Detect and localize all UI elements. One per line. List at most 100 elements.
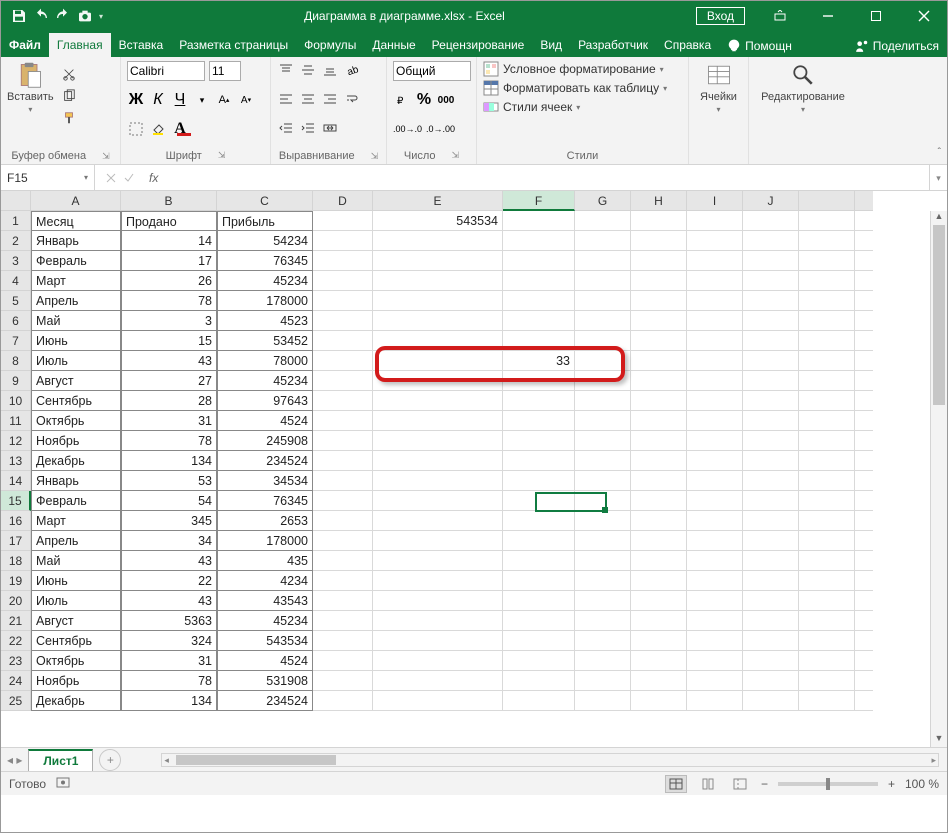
cell[interactable]: Февраль — [31, 491, 121, 511]
cell[interactable] — [855, 271, 873, 291]
row-header[interactable]: 21 — [1, 611, 31, 631]
row-header[interactable]: 1 — [1, 211, 31, 231]
cell[interactable]: 435 — [217, 551, 313, 571]
cell[interactable]: 43 — [121, 551, 217, 571]
cell[interactable] — [575, 531, 631, 551]
align-bottom-icon[interactable] — [321, 61, 339, 79]
cell[interactable]: 4524 — [217, 411, 313, 431]
row-header[interactable]: 8 — [1, 351, 31, 371]
cell[interactable] — [855, 591, 873, 611]
cell[interactable] — [631, 311, 687, 331]
cell[interactable] — [687, 331, 743, 351]
col-header[interactable]: E — [373, 191, 503, 211]
cell[interactable] — [743, 271, 799, 291]
cell[interactable] — [687, 571, 743, 591]
cell[interactable] — [631, 271, 687, 291]
camera-icon[interactable] — [77, 8, 93, 24]
row-header[interactable]: 2 — [1, 231, 31, 251]
row-header[interactable]: 7 — [1, 331, 31, 351]
cell[interactable] — [503, 631, 575, 651]
cell[interactable] — [503, 531, 575, 551]
cell[interactable] — [575, 251, 631, 271]
increase-decimal-icon[interactable]: .00→.0 — [393, 120, 422, 138]
row-header[interactable]: 12 — [1, 431, 31, 451]
cell[interactable] — [313, 491, 373, 511]
cell[interactable] — [743, 671, 799, 691]
cell[interactable]: 4524 — [217, 651, 313, 671]
cell[interactable] — [631, 211, 687, 231]
cell[interactable] — [373, 291, 503, 311]
cell[interactable]: 78 — [121, 291, 217, 311]
col-header[interactable]: C — [217, 191, 313, 211]
align-top-icon[interactable] — [277, 61, 295, 79]
cell[interactable] — [799, 431, 855, 451]
cell[interactable] — [575, 271, 631, 291]
cell[interactable]: 4523 — [217, 311, 313, 331]
cell[interactable] — [687, 391, 743, 411]
tab-home[interactable]: Главная — [49, 33, 111, 57]
cell[interactable] — [373, 611, 503, 631]
expand-formula-icon[interactable]: ▾ — [929, 165, 947, 190]
cell[interactable] — [743, 591, 799, 611]
merge-icon[interactable] — [321, 119, 339, 137]
cell[interactable]: 3 — [121, 311, 217, 331]
cell[interactable] — [575, 511, 631, 531]
col-header[interactable]: B — [121, 191, 217, 211]
align-center-icon[interactable] — [299, 90, 317, 108]
cell[interactable] — [631, 651, 687, 671]
cell[interactable]: Март — [31, 511, 121, 531]
cell[interactable] — [575, 631, 631, 651]
cell[interactable] — [855, 611, 873, 631]
cell[interactable] — [799, 611, 855, 631]
cell[interactable]: 78 — [121, 671, 217, 691]
cell[interactable]: 4234 — [217, 571, 313, 591]
tab-help[interactable]: Справка — [656, 33, 719, 57]
cell[interactable] — [373, 451, 503, 471]
cell[interactable] — [687, 611, 743, 631]
row-header[interactable]: 25 — [1, 691, 31, 711]
row-header[interactable]: 18 — [1, 551, 31, 571]
cell[interactable]: Июнь — [31, 571, 121, 591]
cell[interactable]: 54 — [121, 491, 217, 511]
cell[interactable] — [575, 551, 631, 571]
cell[interactable] — [743, 291, 799, 311]
cell[interactable]: Продано — [121, 211, 217, 231]
cell[interactable] — [373, 531, 503, 551]
tab-formulas[interactable]: Формулы — [296, 33, 364, 57]
cell[interactable] — [687, 591, 743, 611]
cell[interactable]: Май — [31, 551, 121, 571]
cell[interactable] — [687, 311, 743, 331]
cell[interactable]: 178000 — [217, 531, 313, 551]
cell[interactable] — [855, 551, 873, 571]
cell[interactable]: Месяц — [31, 211, 121, 231]
minimize-icon[interactable] — [805, 1, 851, 31]
sheet-tab[interactable]: Лист1 — [28, 749, 93, 771]
tab-review[interactable]: Рецензирование — [424, 33, 533, 57]
cell[interactable] — [373, 431, 503, 451]
cell[interactable] — [575, 311, 631, 331]
cell[interactable] — [575, 471, 631, 491]
cell[interactable] — [855, 691, 873, 711]
cell[interactable] — [687, 511, 743, 531]
cell[interactable] — [687, 531, 743, 551]
cell[interactable] — [743, 491, 799, 511]
cell[interactable] — [313, 571, 373, 591]
close-icon[interactable] — [901, 1, 947, 31]
copy-icon[interactable] — [60, 87, 78, 105]
cell[interactable]: 134 — [121, 451, 217, 471]
col-header[interactable]: H — [631, 191, 687, 211]
cell[interactable] — [855, 451, 873, 471]
col-header[interactable]: I — [687, 191, 743, 211]
zoom-in-icon[interactable]: + — [888, 777, 895, 791]
cell[interactable] — [575, 331, 631, 351]
align-left-icon[interactable] — [277, 90, 295, 108]
cell[interactable] — [631, 251, 687, 271]
cell[interactable] — [631, 571, 687, 591]
cell[interactable]: Август — [31, 611, 121, 631]
formula-input[interactable] — [162, 165, 929, 190]
cell[interactable]: 78000 — [217, 351, 313, 371]
cell[interactable] — [503, 231, 575, 251]
fill-color-icon[interactable] — [149, 120, 167, 138]
cell[interactable]: 2653 — [217, 511, 313, 531]
row-header[interactable]: 20 — [1, 591, 31, 611]
